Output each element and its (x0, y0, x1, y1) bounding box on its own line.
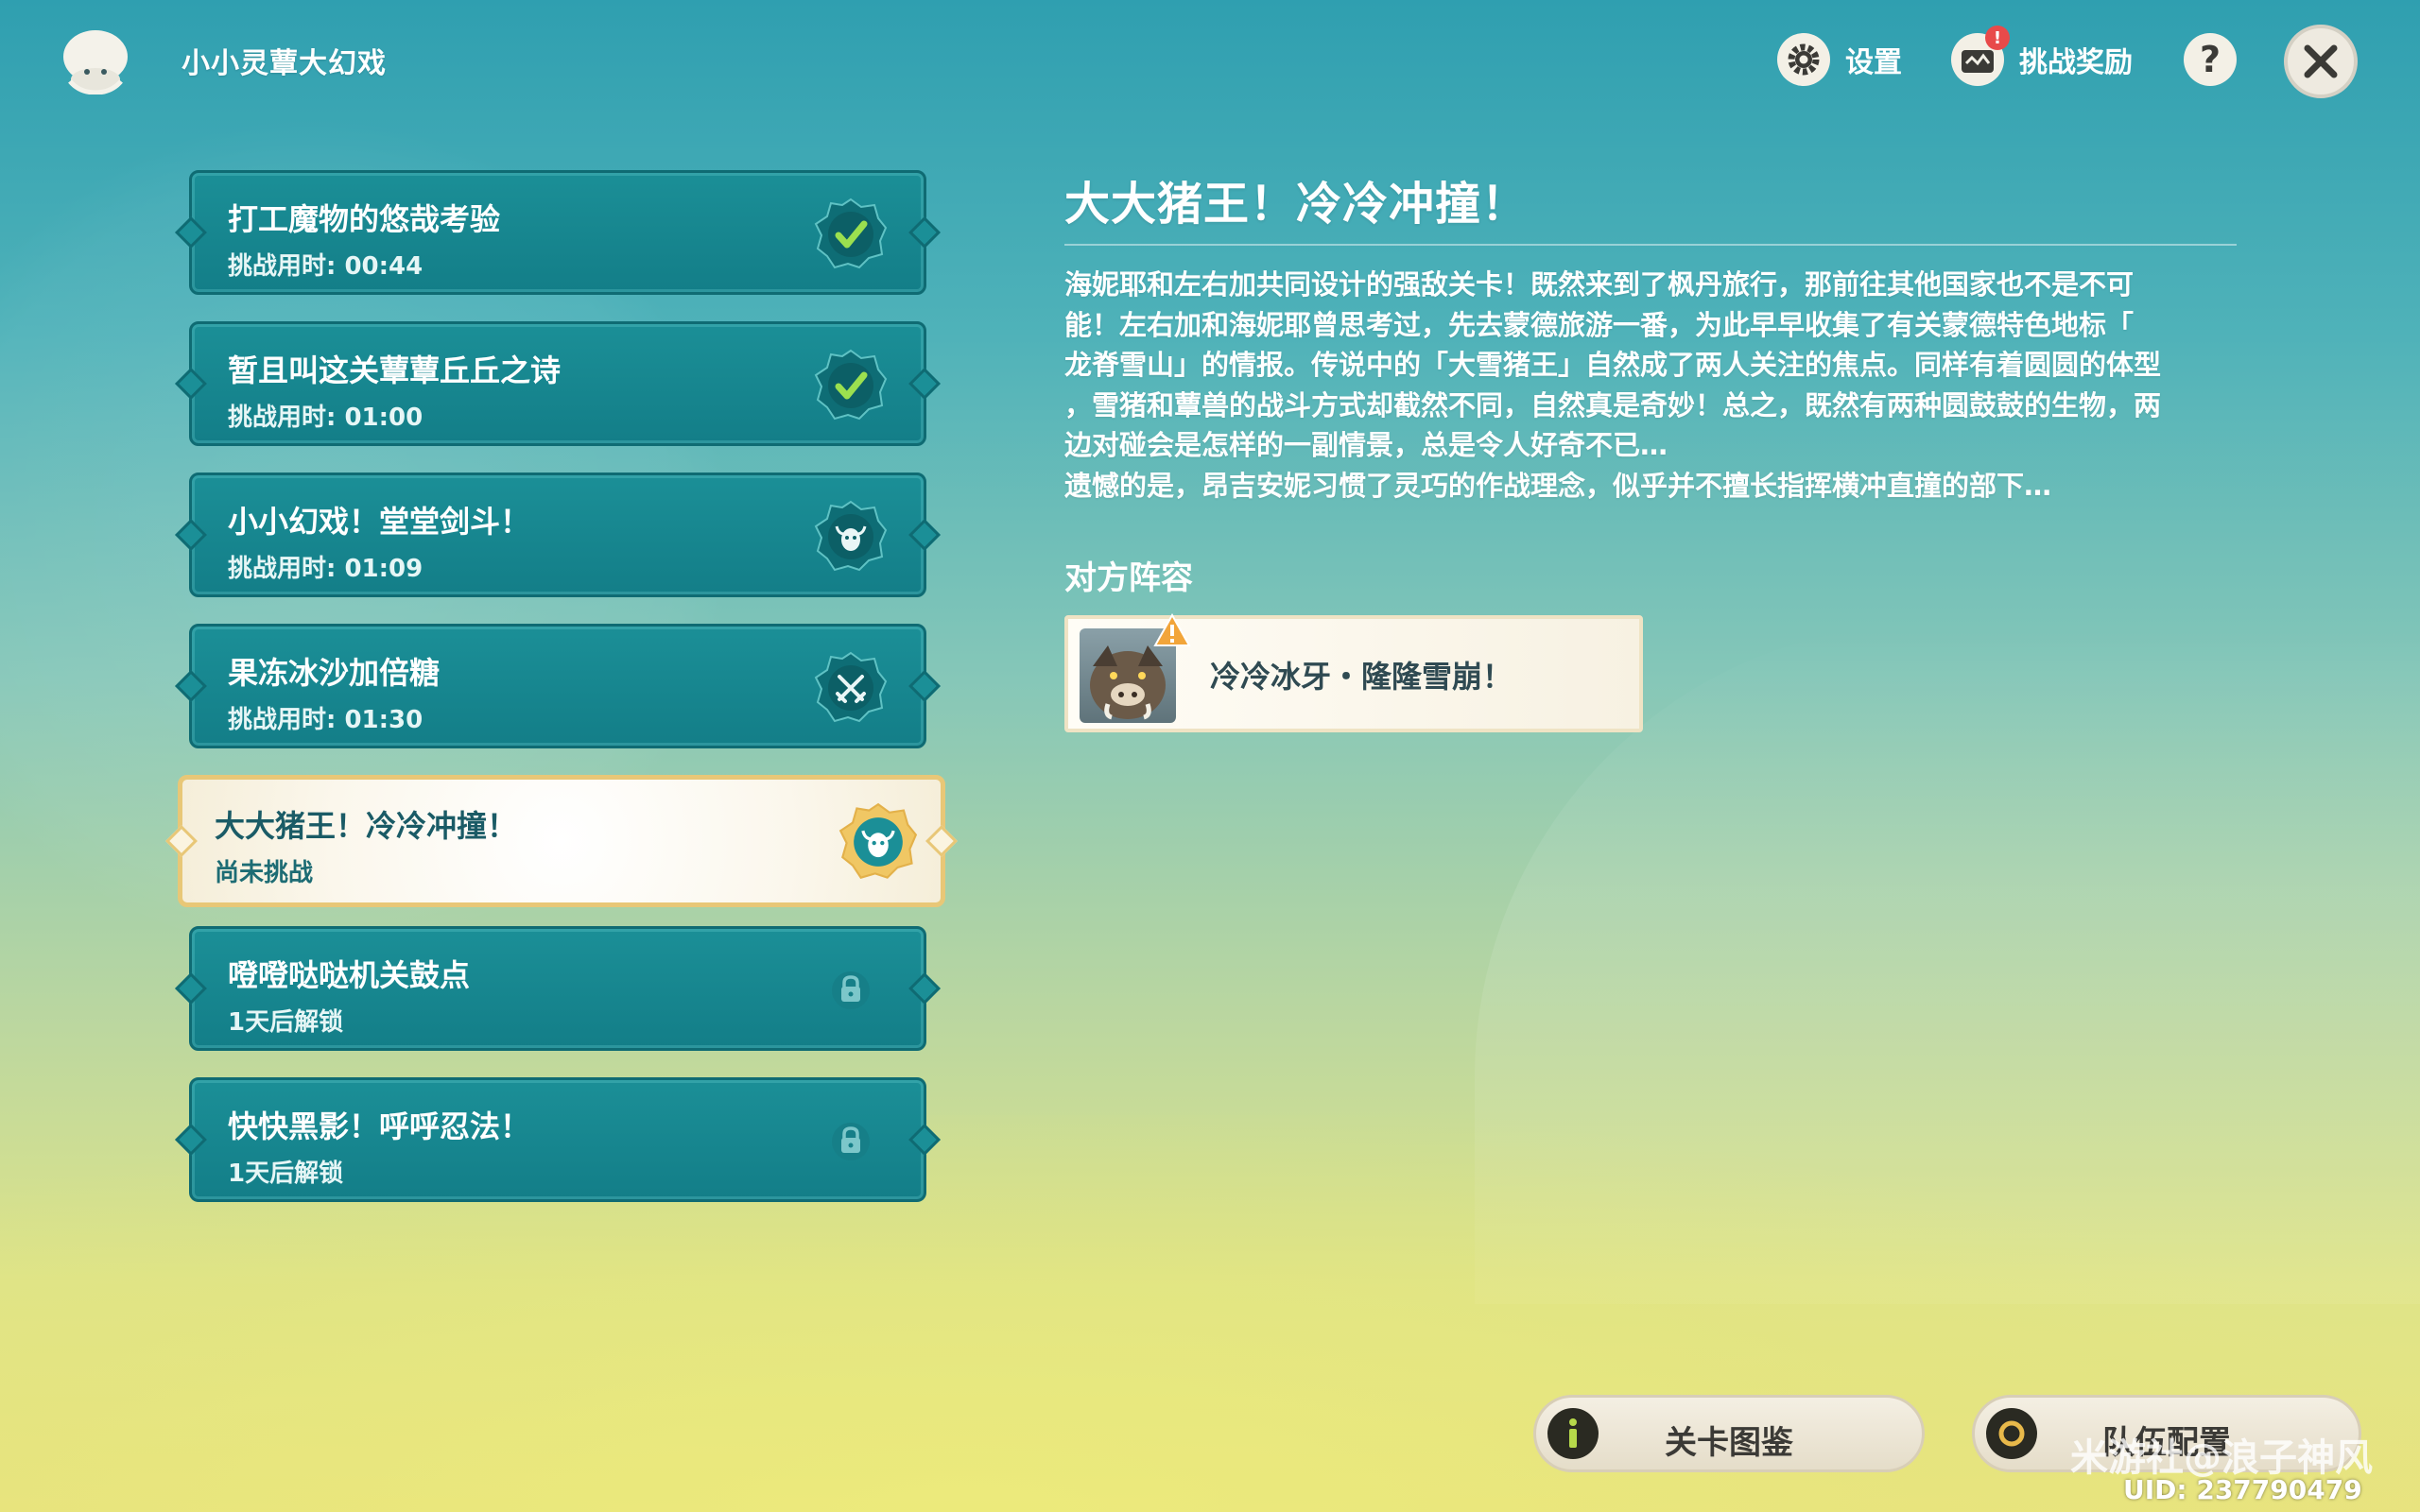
checkmark-icon (814, 198, 888, 271)
level-name: 打工魔物的悠哉考验 (228, 201, 501, 237)
level-status: 尚未挑战 (215, 859, 314, 887)
help-button[interactable]: ? (2184, 28, 2237, 91)
level-item[interactable]: 暂且叫这关蕈蕈丘丘之诗 挑战用时: 01:00 (189, 321, 926, 446)
level-name: 快快黑影！呼呼忍法！ (228, 1108, 531, 1144)
crossed-swords-icon (814, 651, 888, 725)
warning-icon (1153, 612, 1191, 647)
bull-skull-icon (838, 802, 918, 879)
level-status: 1天后解锁 (228, 1008, 344, 1037)
level-guide-button[interactable]: 关卡图鉴 (1533, 1395, 1925, 1472)
app-title: 小小灵蕈大幻戏 (182, 47, 387, 80)
gear-icon (1777, 33, 1830, 86)
level-status: 挑战用时: 01:30 (228, 706, 424, 734)
lock-icon (814, 1105, 888, 1178)
level-status: 1天后解锁 (228, 1160, 344, 1188)
settings-button[interactable]: 设置 (1777, 28, 1902, 91)
bull-skull-icon (814, 500, 888, 574)
settings-label: 设置 (1845, 46, 1902, 79)
level-item-selected[interactable]: 大大猪王！冷冷冲撞！ 尚未挑战 (178, 775, 945, 907)
enemy-card[interactable]: 冷冷冰牙・隆隆雪崩！ (1064, 612, 1643, 732)
description-line: 边对碰会是怎样的一副情景，总是令人好奇不已… (1064, 429, 1668, 461)
level-name: 大大猪王！冷冷冲撞！ (215, 808, 518, 844)
description-line: ，雪猪和蕈兽的战斗方式却截然不同，自然真是奇妙！总之，既然有两种圆鼓鼓的生物，两 (1064, 388, 2162, 421)
level-status: 挑战用时: 00:44 (228, 252, 424, 281)
level-item[interactable]: 小小幻戏！堂堂剑斗！ 挑战用时: 01:09 (189, 472, 926, 597)
title-divider (1064, 244, 2237, 246)
level-status: 挑战用时: 01:09 (228, 555, 424, 583)
level-status: 挑战用时: 01:00 (228, 404, 424, 432)
reward-chest-icon: ! (1951, 26, 2010, 86)
challenge-rewards-button[interactable]: ! 挑战奖励 (1951, 26, 2133, 91)
description-line: 能！左右加和海妮耶曾思考过，先去蒙德旅游一番，为此早早收集了有关蒙德特色地标「 (1064, 308, 2135, 341)
level-item[interactable]: 打工魔物的悠哉考验 挑战用时: 00:44 (189, 170, 926, 295)
notification-badge: ! (1985, 26, 2010, 50)
level-description: 海妮耶和左右加共同设计的强敌关卡！既然来到了枫丹旅行，那前往其他国家也不是不可 … (1064, 265, 2246, 506)
level-item[interactable]: 果冻冰沙加倍糖 挑战用时: 01:30 (189, 624, 926, 748)
question-icon: ? (2184, 33, 2237, 86)
level-item-locked[interactable]: 噔噔哒哒机关鼓点 1天后解锁 (189, 926, 926, 1051)
description-line: 遗憾的是，昂吉安妮习惯了灵巧的作战理念，似乎并不擅长指挥横冲直撞的部下… (1064, 469, 2052, 502)
level-detail-title: 大大猪王！冷冷冲撞！ (1064, 178, 1529, 231)
description-line: 龙脊雪山」的情报。传说中的「大雪猪王」自然成了两人关注的焦点。同样有着圆圆的体型 (1064, 349, 2162, 381)
enemy-name: 冷冷冰牙・隆隆雪崩！ (1210, 659, 1513, 695)
close-icon (2304, 44, 2338, 78)
level-name: 小小幻戏！堂堂剑斗！ (228, 504, 531, 540)
level-guide-label: 关卡图鉴 (1665, 1424, 1793, 1462)
uid-label: UID: 237790479 (2123, 1474, 2362, 1505)
header: 小小灵蕈大幻戏 设置 ! 挑战奖励 ? (0, 0, 2420, 123)
close-button[interactable] (2284, 25, 2358, 98)
rewards-label: 挑战奖励 (2019, 46, 2133, 79)
level-name: 噔噔哒哒机关鼓点 (228, 957, 471, 993)
level-name: 暂且叫这关蕈蕈丘丘之诗 (228, 352, 562, 388)
help-glyph: ? (2199, 39, 2221, 80)
checkmark-icon (814, 349, 888, 422)
level-item-locked[interactable]: 快快黑影！呼呼忍法！ 1天后解锁 (189, 1077, 926, 1202)
enemy-lineup-heading: 对方阵容 (1064, 559, 1193, 597)
description-line: 海妮耶和左右加共同设计的强敌关卡！既然来到了枫丹旅行，那前往其他国家也不是不可 (1064, 268, 2135, 301)
level-name: 果冻冰沙加倍糖 (228, 655, 441, 691)
mushroom-logo-icon (59, 26, 132, 95)
lock-icon (814, 954, 888, 1027)
